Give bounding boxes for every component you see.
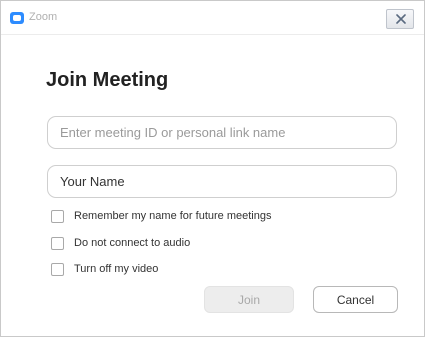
video-off-option[interactable]: Turn off my video: [51, 261, 158, 277]
join-button[interactable]: Join: [204, 286, 294, 313]
no-audio-option[interactable]: Do not connect to audio: [51, 235, 190, 251]
cancel-button[interactable]: Cancel: [313, 286, 398, 313]
remember-name-option[interactable]: Remember my name for future meetings: [51, 208, 271, 224]
window-title: Zoom: [29, 11, 58, 23]
zoom-window: Zoom Join Meeting Remember my name for f…: [0, 0, 425, 337]
page-title: Join Meeting: [46, 69, 169, 91]
no-audio-checkbox[interactable]: [51, 236, 64, 250]
close-button[interactable]: [386, 9, 414, 29]
meeting-id-input[interactable]: [47, 116, 397, 149]
video-off-label: Turn off my video: [74, 263, 159, 275]
remember-name-label: Remember my name for future meetings: [74, 210, 272, 222]
remember-name-checkbox[interactable]: [51, 209, 64, 223]
title-bar: Zoom: [1, 1, 424, 35]
no-audio-label: Do not connect to audio: [74, 237, 191, 249]
zoom-app-icon: [10, 12, 24, 24]
video-off-checkbox[interactable]: [51, 262, 64, 276]
close-icon: [396, 14, 406, 24]
your-name-input[interactable]: [47, 165, 397, 198]
